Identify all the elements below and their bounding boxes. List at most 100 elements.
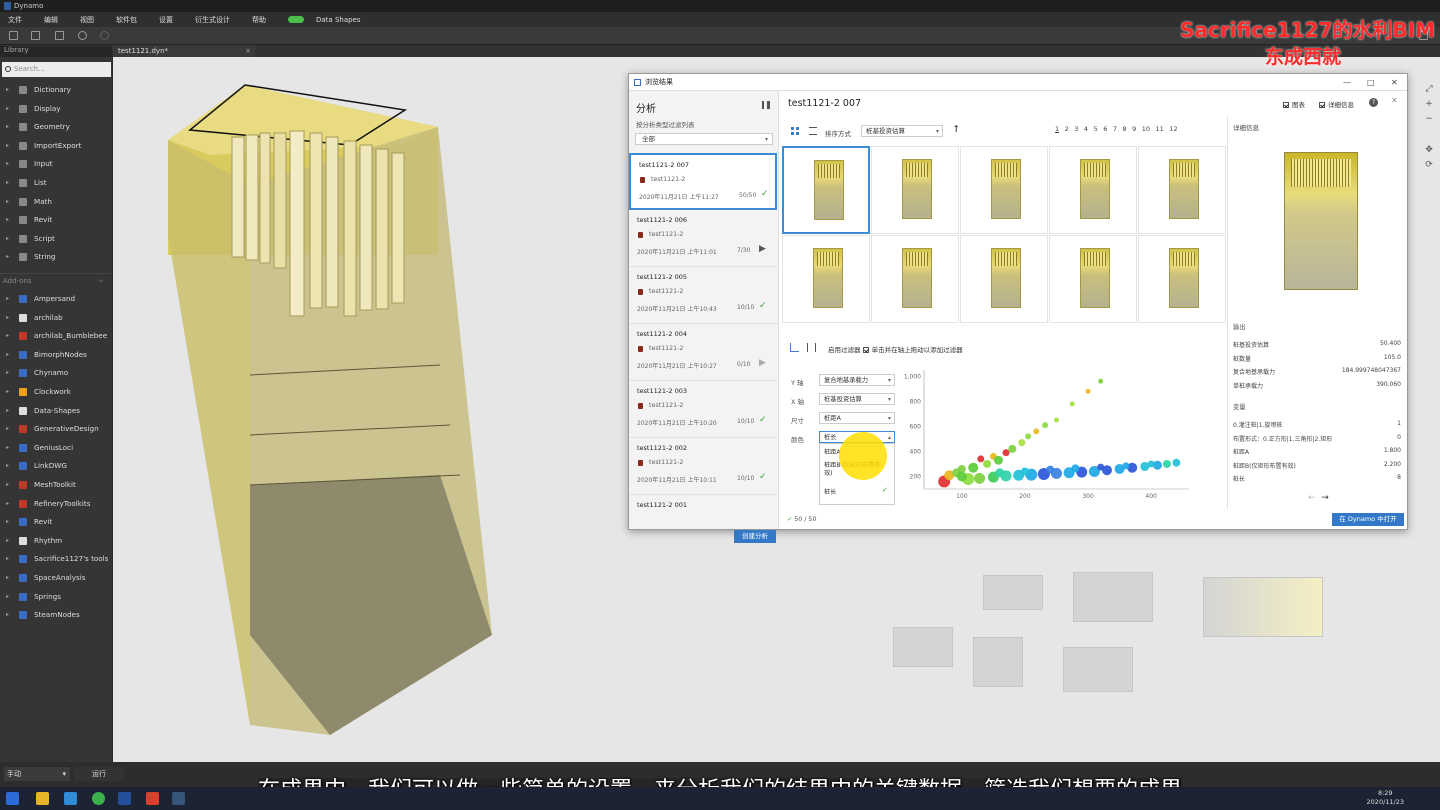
outcome-thumbnail[interactable] [1138, 235, 1226, 323]
library-addon[interactable]: ▸ SteamNodes [0, 606, 112, 624]
close-icon[interactable]: ✕ [1391, 74, 1398, 91]
study-run-item[interactable]: test1121-2 003 test1121-2 2020年11月21日 上午10… [629, 381, 777, 438]
menu-settings[interactable]: 设置 [159, 15, 173, 25]
zoom-out-icon[interactable]: − [1424, 114, 1434, 124]
scatter-point[interactable] [1172, 458, 1181, 467]
graph-node[interactable] [1203, 577, 1323, 637]
library-addon[interactable]: ▸ MeshToolkit [0, 476, 112, 494]
scatter-point[interactable] [977, 455, 985, 463]
add-icon[interactable]: + [98, 274, 104, 288]
grid-view-icon[interactable] [791, 127, 799, 135]
scatter-point[interactable] [1033, 428, 1040, 435]
app-icon[interactable] [146, 792, 159, 805]
page-link[interactable]: 3 [1074, 125, 1078, 133]
undo-icon[interactable] [78, 31, 87, 40]
scatter-point[interactable] [995, 468, 1005, 478]
detail-toggle[interactable]: 详细信息 [1319, 99, 1354, 109]
library-addon[interactable]: ▸ Clockwork [0, 383, 112, 401]
menu-help[interactable]: 帮助 [252, 15, 266, 25]
study-run-item[interactable]: test1121-2 006 test1121-2 2020年11月21日 上午11… [629, 210, 777, 267]
library-category[interactable]: ▸ Geometry [0, 118, 112, 136]
library-category[interactable]: ▸ String [0, 248, 112, 266]
chart-toggle[interactable]: 图表 [1283, 99, 1305, 109]
building-3d-model[interactable] [150, 75, 510, 735]
page-link[interactable]: 5 [1094, 125, 1098, 133]
page-link[interactable]: 9 [1132, 125, 1136, 133]
library-addon[interactable]: ▸ LinkDWG [0, 457, 112, 475]
menu-data-shapes[interactable]: Data Shapes [316, 16, 361, 24]
library-category[interactable]: ▸ Revit [0, 211, 112, 229]
page-link[interactable]: 1 [1055, 125, 1059, 133]
scatter-point[interactable] [1071, 464, 1080, 473]
library-addon[interactable]: ▸ Springs [0, 588, 112, 606]
library-addon[interactable]: ▸ Revit [0, 513, 112, 531]
library-category[interactable]: ▸ List [0, 174, 112, 192]
outcome-thumbnail[interactable] [871, 146, 959, 234]
dynamo-task-icon[interactable] [172, 792, 185, 805]
library-search-input[interactable]: Search... [2, 62, 111, 77]
page-link[interactable]: 6 [1103, 125, 1107, 133]
fit-view-icon[interactable]: ⤢ [1424, 84, 1434, 94]
menu-packages[interactable]: 软件包 [116, 15, 137, 25]
create-study-button[interactable]: 创建分析 [734, 530, 776, 543]
library-addon[interactable]: ▸ Data-Shapes [0, 402, 112, 420]
redo-icon[interactable] [100, 31, 109, 40]
library-addon[interactable]: ▸ Chynamo [0, 364, 112, 382]
arrow-right-icon[interactable]: → [1321, 493, 1329, 503]
scatter-point[interactable] [993, 455, 1003, 465]
page-link[interactable]: 11 [1156, 125, 1164, 133]
outcome-thumbnail[interactable] [1049, 146, 1137, 234]
outcome-thumbnail[interactable] [782, 235, 870, 323]
collapse-panel-icon[interactable] [762, 101, 770, 109]
scatter-point[interactable] [1046, 465, 1055, 474]
page-link[interactable]: 10 [1142, 125, 1150, 133]
library-category[interactable]: ▸ Dictionary [0, 81, 112, 99]
scatter-point[interactable] [1162, 459, 1171, 468]
app-icon[interactable] [64, 792, 77, 805]
library-category[interactable]: ▸ Math [0, 193, 112, 211]
graph-node[interactable] [973, 637, 1023, 687]
zoom-in-icon[interactable]: + [1424, 99, 1434, 109]
library-addon[interactable]: ▸ SpaceAnalysis [0, 569, 112, 587]
page-link[interactable]: 8 [1122, 125, 1126, 133]
filter-enable-toggle[interactable]: 启用过滤器 单击并在轴上拖动以添加过滤器 [828, 344, 963, 354]
parallel-coords-icon[interactable] [807, 343, 816, 352]
file-explorer-icon[interactable] [36, 792, 49, 805]
file-tab[interactable]: test1121.dyn* × [113, 45, 255, 57]
study-run-item[interactable]: test1121-2 005 test1121-2 2020年11月21日 上午10… [629, 267, 777, 324]
scatter-point[interactable] [1018, 439, 1026, 447]
page-link[interactable]: 7 [1113, 125, 1117, 133]
menu-toggle-icon[interactable] [288, 16, 304, 23]
minimize-icon[interactable]: — [1343, 74, 1351, 91]
scatter-point[interactable] [1002, 449, 1010, 457]
scatter-point[interactable] [1042, 422, 1049, 429]
sort-direction-icon[interactable]: ⭡ [954, 124, 959, 135]
library-addon[interactable]: ▸ Ampersand [0, 290, 112, 308]
scatter-point[interactable] [968, 462, 979, 473]
library-category[interactable]: ▸ ImportExport [0, 137, 112, 155]
scatter-chart[interactable]: 1,000 800 600 400 200 100 200 300 400 [894, 364, 1194, 499]
scatter-point[interactable] [1069, 401, 1075, 407]
scatter-point[interactable] [1085, 388, 1091, 394]
library-addon[interactable]: ▸ GeniusLoci [0, 439, 112, 457]
outcome-thumbnail[interactable] [1138, 146, 1226, 234]
browser-icon[interactable] [92, 792, 105, 805]
sort-select[interactable]: 桩基投资估算 ▾ [861, 125, 943, 137]
outcome-thumbnail[interactable] [782, 146, 870, 234]
list-view-icon[interactable] [809, 127, 817, 135]
scatter-point[interactable] [1020, 467, 1029, 476]
maximize-icon[interactable]: □ [1367, 74, 1375, 91]
dropdown-option[interactable]: 桩长 [824, 487, 836, 496]
size-select[interactable]: 桩距A ▾ [819, 412, 895, 424]
menu-generative-design[interactable]: 衍生式设计 [195, 15, 230, 25]
scatter-point[interactable] [974, 472, 986, 484]
close-detail-icon[interactable]: ✕ [1391, 96, 1398, 105]
open-in-dynamo-button[interactable]: 在 Dynamo 中打开 [1332, 513, 1404, 526]
outcome-thumbnail[interactable] [960, 235, 1048, 323]
outcome-thumbnail[interactable] [1049, 235, 1137, 323]
revit-icon[interactable] [118, 792, 131, 805]
scatter-point[interactable] [983, 459, 992, 468]
new-file-icon[interactable] [9, 31, 18, 40]
library-addon[interactable]: ▸ Sacrifice1127's tools [0, 550, 112, 568]
menu-file[interactable]: 文件 [8, 15, 22, 25]
